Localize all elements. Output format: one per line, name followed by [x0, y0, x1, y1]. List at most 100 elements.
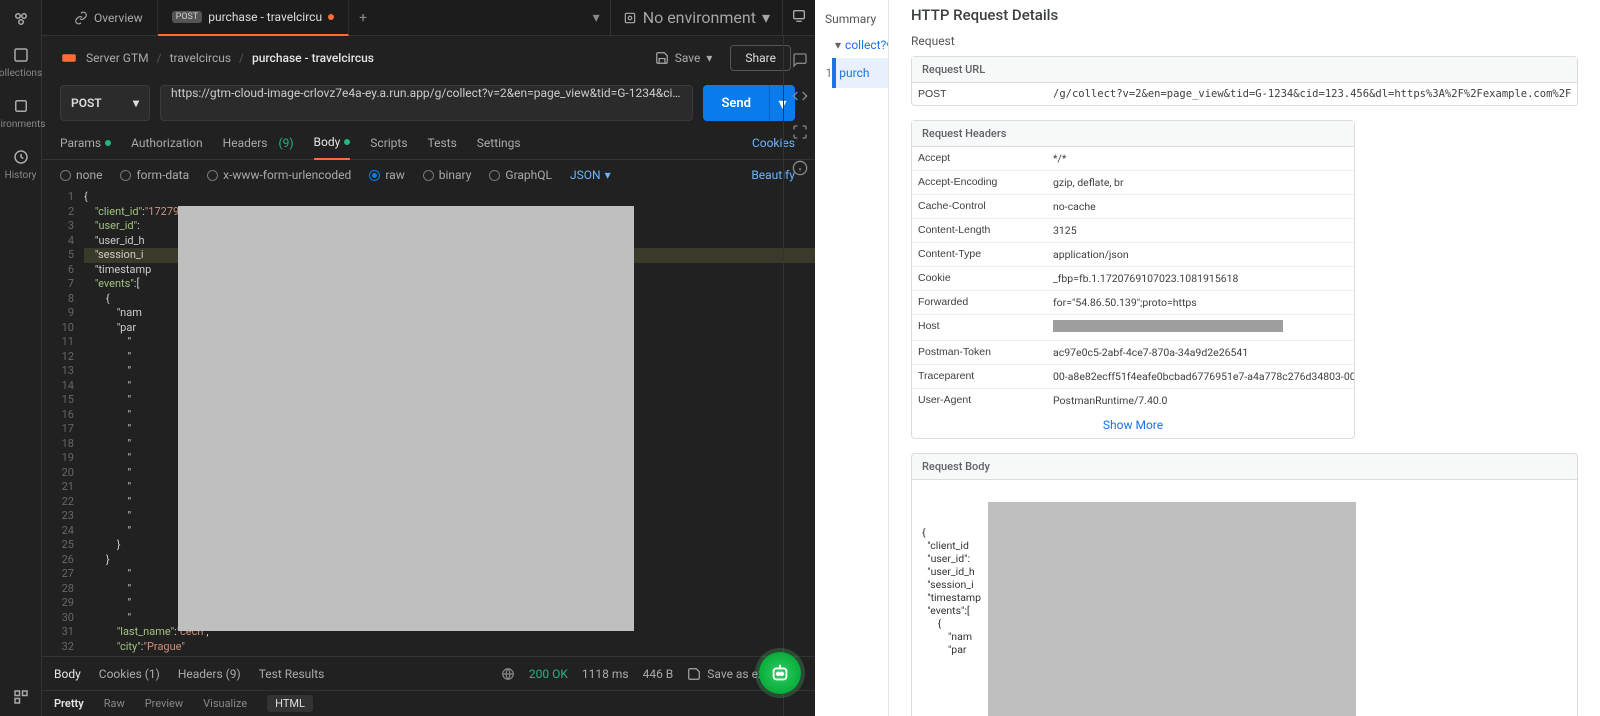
panel-body-header: Request Body [911, 453, 1578, 480]
tab-add-button[interactable]: + [349, 10, 377, 26]
tab-list-chevron-icon[interactable]: ▾ [583, 10, 610, 26]
header-row: Forwardedfor="54.86.50.139";proto=https [912, 291, 1354, 315]
tab-tests[interactable]: Tests [428, 126, 457, 160]
gtm-preview-window: Summary ▾collect?v 1 purch HTTP Request … [815, 0, 1600, 716]
environment-selector[interactable]: No environment ▾ [610, 0, 783, 36]
header-row: Traceparent00-a8e82ecff51f4eafe0bcbad677… [912, 365, 1354, 389]
send-button[interactable]: Send [703, 85, 769, 121]
req-url-value: /g/collect?v=2&en=page_view&tid=G-1234&c… [1047, 83, 1577, 105]
request-subtabs: Params Authorization Headers (9) Body Sc… [0, 126, 815, 160]
tab-auth[interactable]: Authorization [131, 126, 203, 160]
breadcrumb-current: purchase - travelcircus [252, 51, 374, 65]
workspace-icon[interactable] [12, 10, 30, 28]
radio-formdata[interactable]: form-data [120, 168, 189, 182]
resp-tab-body[interactable]: Body [54, 667, 81, 681]
radio-none[interactable]: none [60, 168, 102, 182]
outgoing-requests-list: purch [832, 58, 888, 88]
url-input[interactable]: https://gtm-cloud-image-crlovz7e4a-ey.a.… [160, 85, 693, 121]
outgoing-request-item[interactable]: purch [832, 58, 888, 88]
request-body-code[interactable]: { "client_id "user_id": "user_id_h "sess… [911, 480, 1578, 716]
chevron-down-icon: ▾ [762, 8, 770, 27]
save-icon [687, 667, 701, 681]
share-button[interactable]: Share [730, 45, 791, 71]
response-tabs: Body Cookies (1) Headers (9) Test Result… [0, 656, 815, 690]
header-row: User-AgentPostmanRuntime/7.40.0 [912, 389, 1354, 412]
panel-request-url: Request URL POST /g/collect?v=2&en=page_… [911, 56, 1578, 106]
chevron-down-icon[interactable]: ▾ [706, 51, 712, 65]
tab-settings-request[interactable]: Settings [477, 126, 521, 160]
gtm-sidebar: Summary ▾collect?v 1 purch [815, 0, 889, 716]
editor[interactable]: 1234567891011121314151617181920212223242… [42, 190, 815, 656]
breadcrumb-root[interactable]: Server GTM [86, 51, 149, 65]
tab-purchase[interactable]: POST purchase - travelcircu [158, 0, 349, 36]
postman-window: ollections vironments History Overview P… [0, 0, 815, 716]
radio-graphql[interactable]: GraphQL [489, 168, 552, 182]
left-rail: ollections vironments History [0, 0, 42, 716]
rail-history[interactable]: History [5, 148, 37, 181]
globe-icon[interactable] [501, 667, 515, 681]
environment-quicklook-icon[interactable] [783, 8, 815, 28]
save-button[interactable]: Save ▾ [647, 47, 721, 69]
breadcrumb: Server GTM/ travelcircus/ purchase - tra… [0, 36, 815, 80]
method-badge: POST [172, 11, 203, 23]
headers-table: Accept*/*Accept-Encodinggzip, deflate, b… [912, 147, 1354, 412]
indicator-dot-icon [105, 140, 111, 146]
viewmode-preview[interactable]: Preview [145, 697, 183, 710]
comment-icon[interactable] [792, 52, 808, 68]
panel-headers-header: Request Headers [912, 121, 1354, 147]
postbot-button[interactable] [759, 652, 801, 694]
tab-bar: Overview POST purchase - travelcircu + ▾… [0, 0, 815, 36]
viewmode-html[interactable]: HTML [267, 695, 313, 712]
resp-tab-cookies[interactable]: Cookies (1) [99, 667, 160, 681]
tab-overview[interactable]: Overview [60, 0, 158, 36]
request-line: POST ▾ https://gtm-cloud-image-crlovz7e4… [0, 80, 815, 126]
raw-type-select[interactable]: JSON▾ [570, 168, 611, 182]
summary-tab[interactable]: Summary [815, 6, 888, 32]
req-method-value: POST [912, 83, 1047, 105]
gtm-details: HTTP Request Details Request Request URL… [889, 0, 1600, 716]
code-icon[interactable] [792, 88, 808, 104]
header-row: Accept*/* [912, 147, 1354, 171]
tab-overview-label: Overview [94, 11, 143, 25]
editor-gutter: 1234567891011121314151617181920212223242… [42, 190, 84, 654]
panel-request-headers: Request Headers Accept*/*Accept-Encoding… [911, 120, 1355, 439]
page-title: HTTP Request Details [911, 6, 1578, 24]
viewmode-visualize[interactable]: Visualize [203, 697, 247, 710]
panel-url-header: Request URL [912, 57, 1577, 83]
collect-request-link[interactable]: ▾collect?v [815, 32, 888, 58]
header-row: Content-Typeapplication/json [912, 243, 1354, 267]
tab-headers[interactable]: Headers (9) [223, 126, 294, 160]
caret-down-icon: ▾ [835, 38, 841, 52]
rail-apps-icon[interactable] [12, 688, 30, 706]
resp-tab-headers[interactable]: Headers (9) [178, 667, 241, 681]
unsaved-dot-icon [328, 14, 334, 20]
link-icon [74, 11, 88, 25]
tab-params[interactable]: Params [60, 126, 111, 160]
show-more-link[interactable]: Show More [912, 412, 1354, 438]
panel-request-body: Request Body { "client_id "user_id": "us… [911, 453, 1578, 716]
save-label: Save [675, 51, 701, 65]
resp-tab-tests[interactable]: Test Results [259, 667, 325, 681]
tab-purchase-label: purchase - travelcircu [208, 10, 322, 24]
header-row: Cookie_fbp=fb.1.1720769107023.1081915618 [912, 267, 1354, 291]
right-action-strip [783, 36, 815, 716]
radio-raw[interactable]: raw [369, 168, 404, 182]
header-row: Postman-Tokenac97e0c5-2abf-4ce7-870a-34a… [912, 341, 1354, 365]
environment-label: No environment [643, 8, 756, 27]
tab-body[interactable]: Body [314, 126, 351, 160]
radio-binary[interactable]: binary [423, 168, 472, 182]
info-icon[interactable] [792, 160, 808, 176]
rail-collections[interactable]: ollections [0, 46, 42, 79]
redaction-overlay [988, 502, 1356, 716]
viewmode-pretty[interactable]: Pretty [54, 697, 84, 710]
robot-icon [769, 662, 791, 684]
rail-environments[interactable]: vironments [0, 97, 45, 130]
radio-xform[interactable]: x-www-form-urlencoded [207, 168, 351, 182]
method-select[interactable]: POST ▾ [60, 85, 150, 121]
viewmode-raw[interactable]: Raw [104, 697, 125, 710]
save-icon [655, 51, 669, 65]
expand-icon[interactable] [792, 124, 808, 140]
breadcrumb-mid[interactable]: travelcircus [170, 51, 231, 65]
tab-scripts[interactable]: Scripts [370, 126, 407, 160]
header-row: Host [912, 315, 1354, 341]
